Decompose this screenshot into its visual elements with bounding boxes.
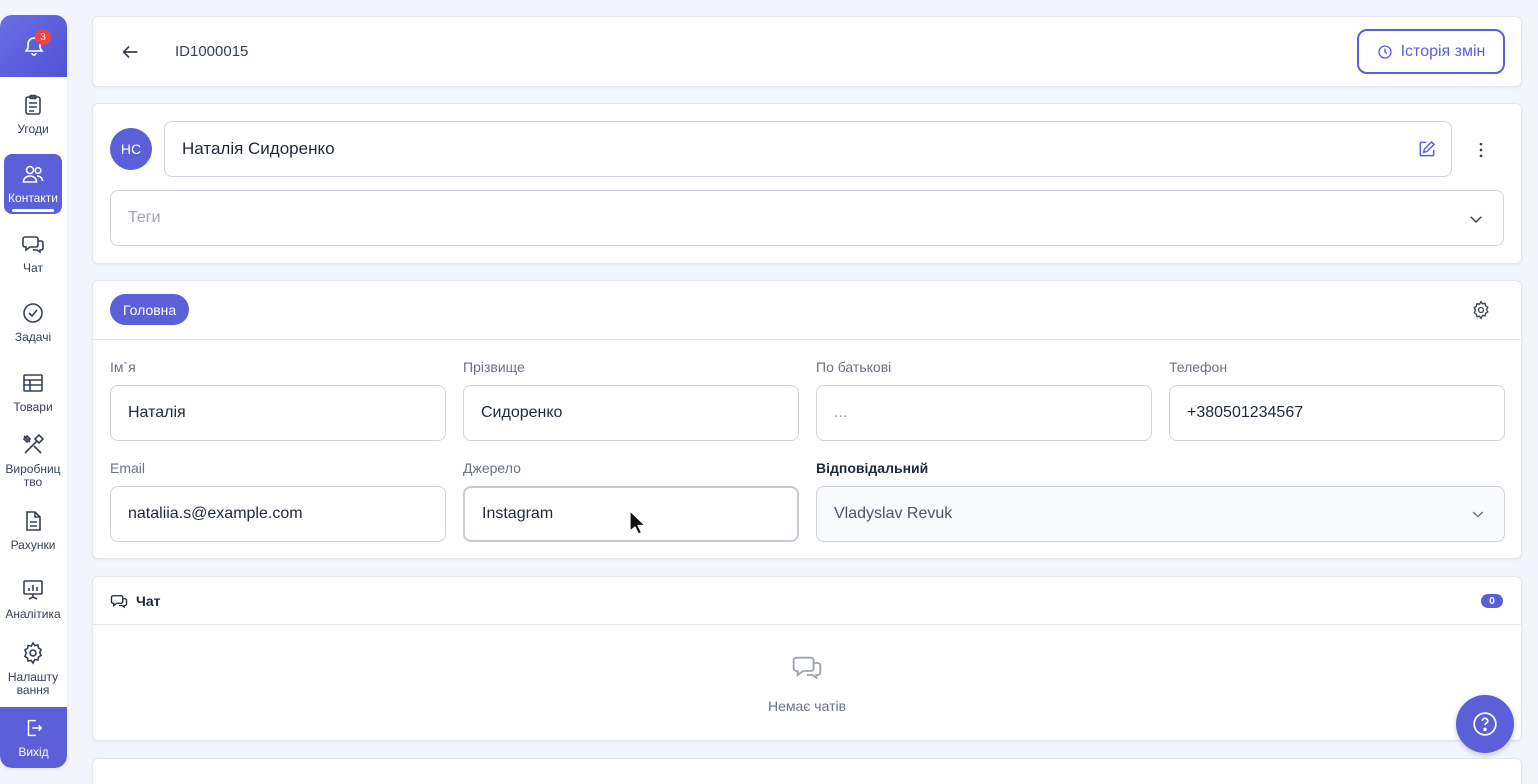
sidebar-item-analytics[interactable]: Аналітика <box>4 578 62 621</box>
sidebar-item-production[interactable]: Виробниц тво <box>4 433 62 489</box>
settings-gear-icon[interactable] <box>1471 300 1491 320</box>
notifications-button[interactable]: 3 <box>0 15 67 77</box>
sidebar-item-label: Угоди <box>17 122 49 136</box>
history-button[interactable]: Історія змін <box>1357 29 1505 74</box>
arrow-left-icon[interactable] <box>119 41 141 63</box>
source-label: Джерело <box>463 460 521 476</box>
source-value: Instagram <box>482 505 554 522</box>
email-value: nataliia.s@example.com <box>128 505 303 522</box>
chat-card: Чат 0 Немає чатів <box>92 576 1522 741</box>
question-circle-icon <box>1473 712 1497 736</box>
avatar: НС <box>110 128 152 170</box>
sidebar-item-label: Задачі <box>14 330 52 344</box>
full-name-field[interactable]: Наталія Сидоренко <box>164 121 1452 177</box>
tags-placeholder: Теги <box>128 209 161 226</box>
next-section-card <box>92 758 1522 784</box>
tab-main[interactable]: Головна <box>110 294 190 325</box>
contact-id: ID1000015 <box>175 43 249 60</box>
email-label: Email <box>110 460 146 476</box>
edit-icon[interactable] <box>1417 139 1437 159</box>
active-indicator <box>12 209 54 212</box>
check-circle-icon <box>23 303 43 323</box>
chat-section-header[interactable]: Чат 0 <box>93 577 1521 625</box>
sidebar-item-label: Чат <box>23 261 43 275</box>
sidebar-item-products[interactable]: Товари <box>4 371 62 414</box>
chat-section-title: Чат <box>136 592 161 609</box>
clock-icon <box>1377 44 1392 59</box>
chat-empty-icon <box>792 656 822 680</box>
chevron-down-icon <box>1472 511 1484 518</box>
sidebar-item-tasks[interactable]: Задачі <box>4 301 62 344</box>
users-icon <box>22 165 44 183</box>
contact-name-card: НС Наталія Сидоренко Теги <box>92 103 1522 264</box>
responsible-value: Vladyslav Revuk <box>834 505 953 522</box>
table-icon <box>23 374 43 392</box>
logout-icon <box>27 719 42 736</box>
sidebar-item-label: Товари <box>13 400 53 414</box>
sidebar-item-label: Контакти <box>8 191 58 205</box>
gear-icon <box>23 641 43 665</box>
more-vertical-icon[interactable] <box>1471 140 1491 160</box>
patronymic-field[interactable]: ... <box>816 385 1152 441</box>
clipboard-icon <box>25 94 41 115</box>
responsible-label: Відповідальний <box>816 460 929 476</box>
chat-icon <box>110 594 128 608</box>
patronymic-label: По батькові <box>816 359 892 375</box>
first-name-value: Наталія <box>128 404 186 421</box>
sidebar-item-contacts[interactable]: Контакти <box>4 154 62 214</box>
header-card: ID1000015 Історія змін <box>92 16 1522 87</box>
history-button-label: Історія змін <box>1400 42 1486 60</box>
last-name-field[interactable]: Сидоренко <box>463 385 799 441</box>
patronymic-placeholder: ... <box>834 404 848 421</box>
sidebar-item-deals[interactable]: Угоди <box>4 93 62 136</box>
full-name-value: Наталія Сидоренко <box>182 139 335 158</box>
sidebar-item-settings[interactable]: Налашту вання <box>4 641 62 697</box>
responsible-select[interactable]: Vladyslav Revuk <box>816 486 1505 542</box>
chevron-down-icon <box>1470 216 1482 224</box>
divider <box>93 339 1521 340</box>
sidebar-item-invoices[interactable]: Рахунки <box>4 509 62 552</box>
help-button[interactable] <box>1456 695 1514 753</box>
sidebar-item-label: вання <box>16 683 50 697</box>
phone-value: +380501234567 <box>1187 404 1304 421</box>
chat-count-badge: 0 <box>1481 594 1503 608</box>
sidebar-item-exit[interactable]: Вихід <box>0 707 67 768</box>
first-name-label: Ім`я <box>110 359 136 375</box>
document-icon <box>26 511 41 531</box>
email-field[interactable]: nataliia.s@example.com <box>110 486 446 542</box>
chat-empty-text: Немає чатів <box>767 698 847 714</box>
main-info-card: Головна Ім`я Наталія Прізвище Сидоренко … <box>92 280 1522 559</box>
sidebar-item-label: Аналітика <box>5 607 61 621</box>
last-name-value: Сидоренко <box>481 404 563 421</box>
mouse-cursor-icon <box>629 510 647 535</box>
sidebar-item-chat[interactable]: Чат <box>4 232 62 275</box>
sidebar-item-label: Рахунки <box>10 538 56 552</box>
chat-icon <box>22 236 44 254</box>
notification-badge: 3 <box>35 29 51 45</box>
last-name-label: Прізвище <box>463 359 525 375</box>
sidebar: 3 Угоди Контакти Чат Задачі Товари Вироб… <box>0 15 67 768</box>
tools-icon <box>22 433 45 454</box>
phone-label: Телефон <box>1169 359 1228 375</box>
sidebar-item-label: тво <box>23 475 43 489</box>
presentation-chart-icon <box>23 580 43 600</box>
phone-field[interactable]: +380501234567 <box>1169 385 1505 441</box>
tags-select[interactable]: Теги <box>110 190 1504 246</box>
first-name-field[interactable]: Наталія <box>110 385 446 441</box>
sidebar-item-label: Вихід <box>18 744 49 759</box>
